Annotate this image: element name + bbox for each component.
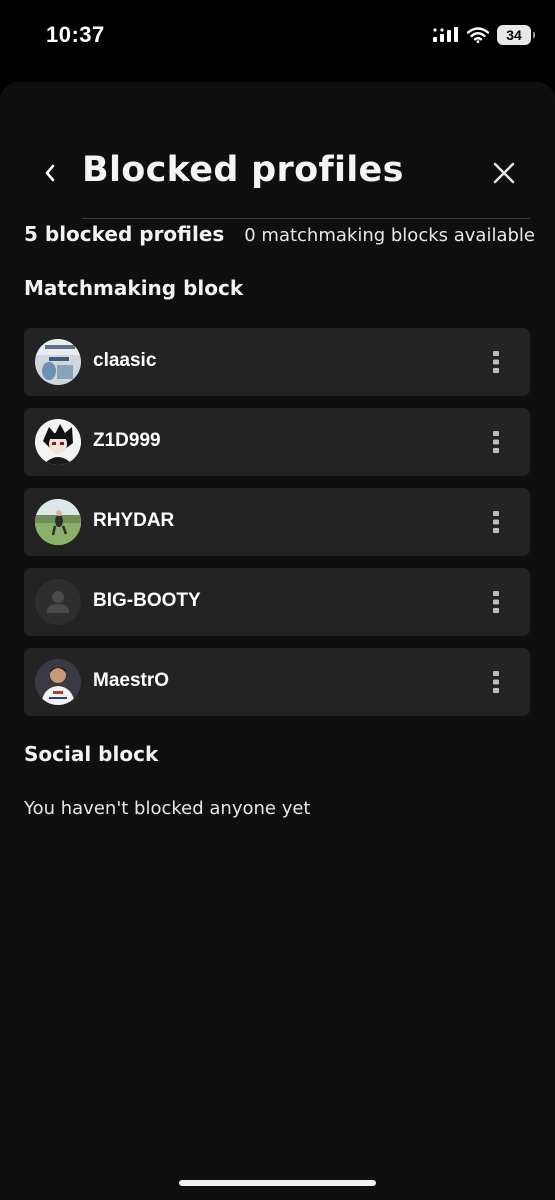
social-section-title: Social block (24, 742, 159, 766)
avatar (35, 419, 81, 465)
more-vertical-icon (493, 431, 499, 453)
profile-name: MaestrO (93, 670, 170, 691)
battery-level: 34 (506, 27, 522, 43)
profile-name: Z1D999 (93, 430, 161, 451)
signal-icon (433, 27, 458, 42)
more-options-button[interactable] (484, 348, 508, 376)
list-item[interactable]: MaestrO (24, 648, 530, 716)
page-title: Blocked profiles (82, 150, 404, 190)
close-icon (493, 162, 515, 184)
divider (82, 218, 530, 219)
more-options-button[interactable] (484, 428, 508, 456)
profile-name: RHYDAR (93, 510, 175, 531)
avatar (35, 659, 81, 705)
close-button[interactable] (489, 158, 519, 188)
header: Blocked profiles (0, 82, 555, 218)
matchmaking-section-title: Matchmaking block (24, 276, 244, 300)
profile-name: claasic (93, 350, 157, 371)
avatar (35, 499, 81, 545)
more-vertical-icon (493, 351, 499, 373)
matchmaking-block-list: claasic Z1D999 RHYDAR BIG-BOOTY MaestrO (24, 328, 530, 728)
home-indicator[interactable] (179, 1180, 376, 1186)
more-options-button[interactable] (484, 508, 508, 536)
wifi-icon (467, 27, 489, 43)
status-bar: 10:37 34 (0, 0, 555, 70)
avatar (35, 339, 81, 385)
back-button[interactable] (34, 156, 66, 190)
list-item[interactable]: RHYDAR (24, 488, 530, 556)
status-time: 10:37 (46, 22, 105, 47)
more-vertical-icon (493, 671, 499, 693)
more-options-button[interactable] (484, 588, 508, 616)
more-vertical-icon (493, 511, 499, 533)
chevron-left-icon (45, 164, 55, 182)
blocks-available: 0 matchmaking blocks available (244, 225, 535, 246)
list-item[interactable]: BIG-BOOTY (24, 568, 530, 636)
status-icons: 34 (433, 24, 535, 46)
profile-name: BIG-BOOTY (93, 590, 201, 611)
more-vertical-icon (493, 591, 499, 613)
blocked-profiles-sheet: Blocked profiles 5 blocked profiles 0 ma… (0, 82, 555, 1200)
default-person-avatar (35, 579, 81, 625)
empty-state-text: You haven't blocked anyone yet (24, 798, 311, 819)
blocked-count: 5 blocked profiles (24, 222, 225, 246)
battery-icon: 34 (497, 25, 535, 45)
list-item[interactable]: Z1D999 (24, 408, 530, 476)
more-options-button[interactable] (484, 668, 508, 696)
list-item[interactable]: claasic (24, 328, 530, 396)
